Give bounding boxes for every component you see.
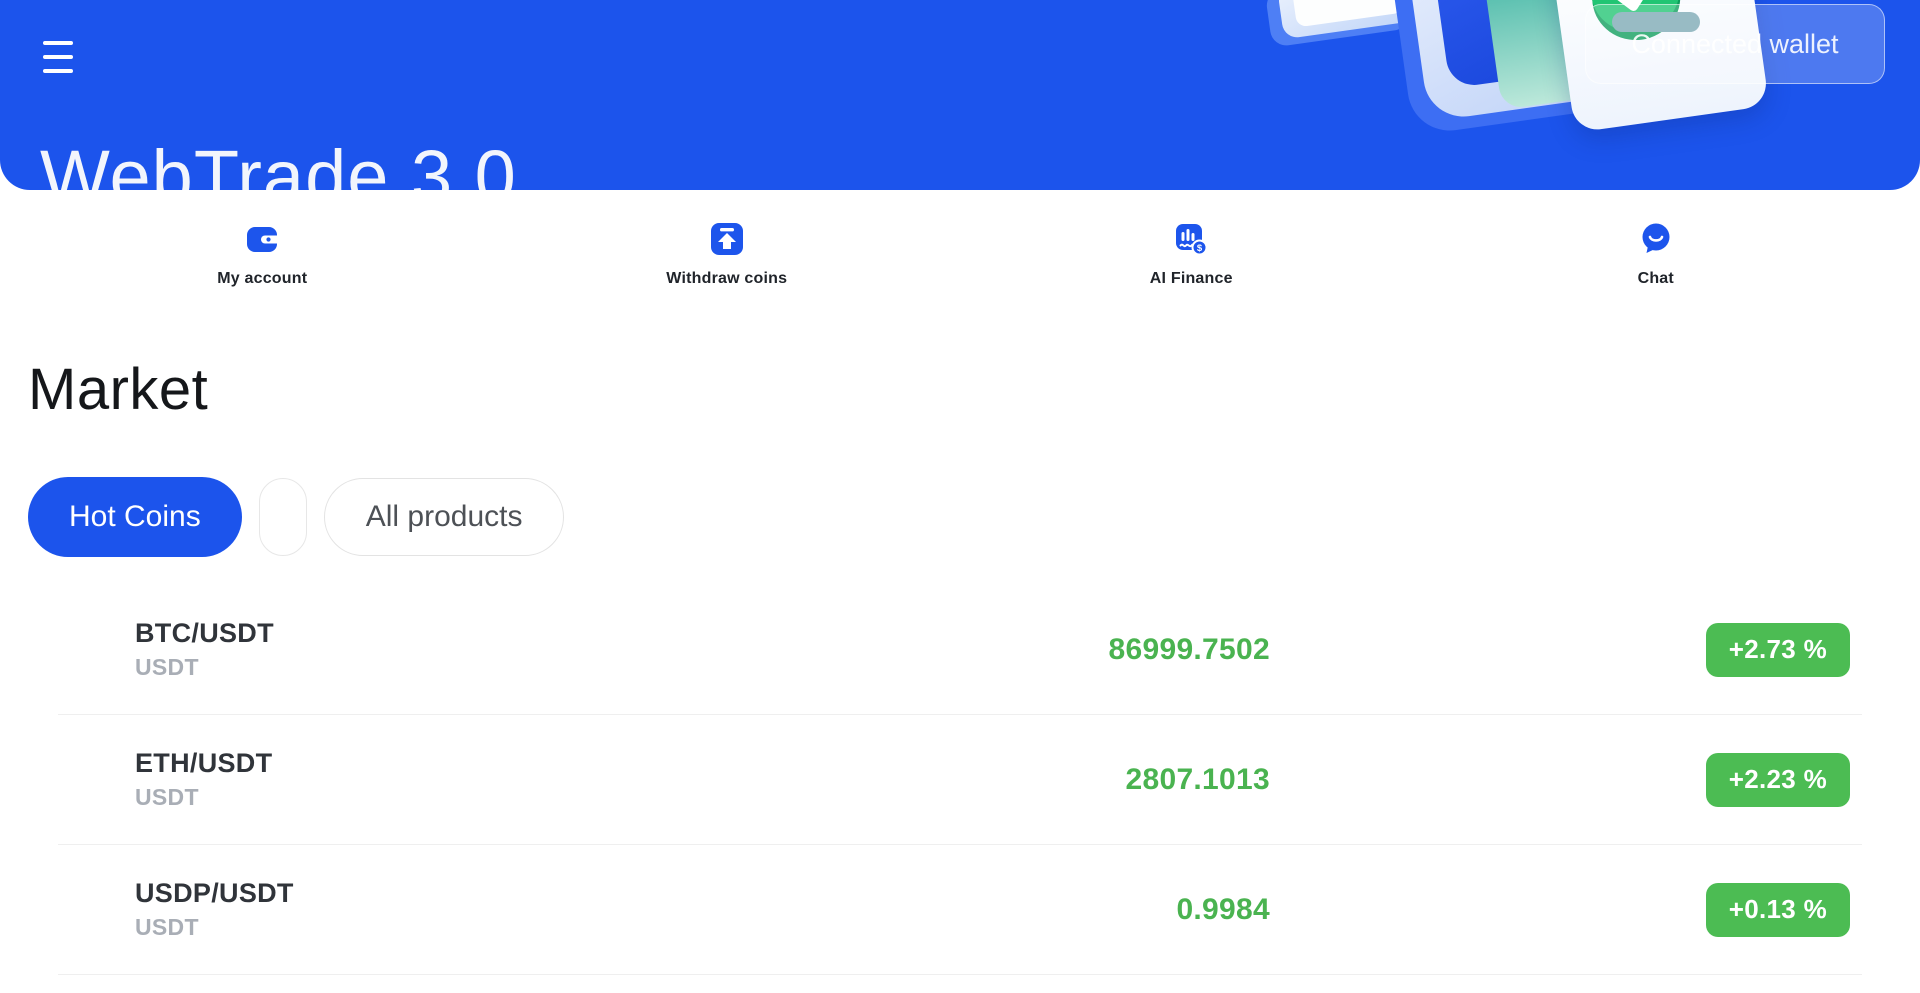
- nav-label: My account: [217, 270, 307, 288]
- pair-price: 86999.7502: [605, 633, 1270, 667]
- market-row-btc-usdt[interactable]: BTC/USDT USDT 86999.7502 +2.73 %: [58, 585, 1862, 715]
- nav-item-my-account[interactable]: My account: [30, 222, 495, 288]
- connected-wallet-button[interactable]: Connected wallet: [1585, 4, 1885, 84]
- nav-label: Chat: [1638, 270, 1674, 288]
- pair-name: BTC/USDT: [135, 618, 605, 649]
- filter-pill-all-products[interactable]: All products: [324, 478, 565, 556]
- filter-pill-hot-coins[interactable]: Hot Coins: [28, 477, 242, 557]
- hamburger-menu-icon[interactable]: [43, 41, 73, 73]
- nav-label: AI Finance: [1150, 270, 1233, 288]
- change-badge: +0.13 %: [1706, 883, 1850, 937]
- pair-info: ETH/USDT USDT: [135, 748, 605, 811]
- pair-price: 2807.1013: [605, 763, 1270, 797]
- wallet-icon: [245, 222, 279, 256]
- nav-item-chat[interactable]: Chat: [1424, 222, 1889, 288]
- market-row-eth-usdt[interactable]: ETH/USDT USDT 2807.1013 +2.23 %: [58, 715, 1862, 845]
- pair-name: USDP/USDT: [135, 878, 605, 909]
- nav-label: Withdraw coins: [666, 270, 787, 288]
- market-row-usdp-usdt[interactable]: USDP/USDT USDT 0.9984 +0.13 %: [58, 845, 1862, 975]
- filter-pill-empty[interactable]: [259, 478, 307, 556]
- pair-price: 0.9984: [605, 893, 1270, 927]
- page-title: Market: [28, 356, 208, 423]
- pair-quote: USDT: [135, 914, 605, 941]
- pair-info: BTC/USDT USDT: [135, 618, 605, 681]
- pair-quote: USDT: [135, 654, 605, 681]
- market-filters: Hot Coins All products: [28, 477, 564, 557]
- nav-item-withdraw-coins[interactable]: Withdraw coins: [495, 222, 960, 288]
- change-badge: +2.23 %: [1706, 753, 1850, 807]
- app-title: WebTrade 3.0: [40, 134, 517, 190]
- market-list: BTC/USDT USDT 86999.7502 +2.73 % ETH/USD…: [58, 585, 1862, 975]
- app-header: Connected wallet WebTrade 3.0: [0, 0, 1920, 190]
- quick-nav: My account Withdraw coins $ AI Finance C…: [30, 190, 1888, 288]
- pair-info: USDP/USDT USDT: [135, 878, 605, 941]
- nav-item-ai-finance[interactable]: $ AI Finance: [959, 222, 1424, 288]
- pair-name: ETH/USDT: [135, 748, 605, 779]
- svg-text:$: $: [1197, 243, 1203, 254]
- chat-icon: [1639, 222, 1673, 256]
- ai-finance-icon: $: [1174, 222, 1208, 256]
- pair-quote: USDT: [135, 784, 605, 811]
- withdraw-icon: [710, 222, 744, 256]
- change-badge: +2.73 %: [1706, 623, 1850, 677]
